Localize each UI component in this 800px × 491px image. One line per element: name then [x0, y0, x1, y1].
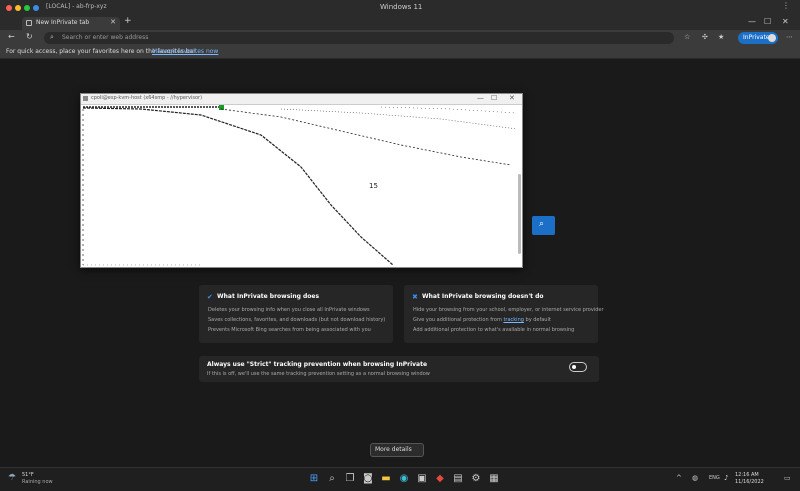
search-icon: ⌕ [50, 33, 54, 41]
settings-icon[interactable]: ⚙ [470, 473, 482, 485]
network-icon[interactable]: ◍ [692, 474, 698, 482]
check-icon: ✔ [207, 293, 213, 301]
setting-title: Always use "Strict" tracking prevention … [207, 361, 428, 368]
rain-icon: ☂ [8, 473, 17, 483]
window-app-icon [83, 96, 88, 101]
taskbar: ☂ 51°F Raining now ⊞ ⌕ ❐ ◙ ▬ ◉ ▣ ◆ ▤ ⚙ ▦… [0, 467, 800, 491]
address-bar[interactable]: ⌕ Search or enter web address [44, 32, 674, 44]
language-indicator[interactable]: ENG [709, 475, 720, 481]
zoom-dot-icon[interactable] [24, 5, 30, 11]
remote-minimize-button[interactable]: — [477, 94, 484, 102]
start-icon[interactable]: ⊞ [308, 473, 320, 485]
tracking-link[interactable]: tracking [503, 317, 523, 323]
tab-strip: New InPrivate tab ✕ + — ☐ ✕ [0, 16, 800, 30]
card-line: Add additional protection to what's avai… [413, 327, 575, 333]
office-icon[interactable]: ◆ [434, 473, 446, 485]
search-icon: ⌕ [539, 219, 545, 229]
remote-maximize-button[interactable]: ☐ [491, 94, 497, 102]
task-view-icon[interactable]: ❐ [344, 473, 356, 485]
tab-label: New InPrivate tab [36, 19, 90, 26]
card-line-text: Give you additional protection from [413, 317, 502, 323]
remote-app-icon[interactable]: ▦ [488, 473, 500, 485]
tab-close-icon[interactable]: ✕ [110, 18, 116, 26]
remote-screen-canvas[interactable] [81, 105, 522, 267]
chat-icon[interactable]: ◙ [362, 473, 374, 485]
card-line: Hide your browsing from your school, emp… [413, 307, 604, 313]
more-details-label: More details [375, 446, 412, 453]
toggle-knob [572, 365, 576, 369]
setting-subtitle: If this is off, we'll use the same track… [207, 371, 430, 377]
weather-temp: 51°F [22, 472, 34, 478]
card-line-suffix: by default [525, 317, 551, 323]
extensions-icon[interactable]: ✣ [702, 33, 708, 41]
tab-inprivate[interactable]: New InPrivate tab ✕ [22, 17, 120, 30]
close-dot-icon[interactable] [6, 5, 12, 11]
remote-canvas-label: 15 [369, 182, 378, 190]
remote-scrollbar[interactable] [518, 174, 521, 254]
strict-tracking-toggle[interactable] [569, 362, 587, 372]
remote-viewer-window[interactable]: cpoli@esp-kvm-host (x64smp - //hyperviso… [80, 93, 523, 268]
more-details-button[interactable]: More details [370, 443, 424, 457]
remote-window-title: cpoli@esp-kvm-host (x64smp - //hyperviso… [91, 95, 203, 101]
card-line: Prevents Microsoft Bing searches from be… [208, 327, 371, 333]
card-title: What InPrivate browsing does [217, 293, 320, 300]
toolbar: ← ↻ ⌕ Search or enter web address ☆ ✣ ★ … [0, 30, 800, 46]
cross-icon: ✖ [412, 293, 418, 301]
strict-tracking-setting: Always use "Strict" tracking prevention … [199, 356, 599, 382]
page-icon [26, 20, 32, 26]
mac-title-bar: [LOCAL] - ab-frp-xyz Windows 11 ⋮ [0, 0, 800, 16]
more-menu-icon[interactable]: ⋮ [782, 1, 790, 10]
notification-icon[interactable]: ▭ [784, 474, 791, 482]
card-line: Saves collections, favorites, and downlo… [208, 317, 386, 323]
store-icon[interactable]: ▣ [416, 473, 428, 485]
terminal-icon[interactable]: ▤ [452, 473, 464, 485]
window-close-button[interactable]: ✕ [782, 17, 789, 26]
back-icon[interactable]: ← [8, 32, 15, 41]
inprivate-label: InPrivate [743, 34, 770, 41]
card-line: Deletes your browsing info when you clos… [208, 307, 370, 313]
favorites-bar: For quick access, place your favorites h… [0, 46, 800, 59]
remote-close-button[interactable]: ✕ [509, 94, 515, 102]
card-title: What InPrivate browsing doesn't do [422, 293, 544, 300]
chevron-up-icon[interactable]: ^ [676, 474, 682, 482]
session-title: [LOCAL] - ab-frp-xyz [46, 3, 107, 10]
inprivate-profile-button[interactable]: InPrivate [738, 32, 778, 44]
favorite-star-icon[interactable]: ☆ [684, 33, 690, 41]
clock-date[interactable]: 11/16/2022 [735, 479, 764, 485]
favorites-icon[interactable]: ★ [718, 33, 724, 41]
search-button[interactable]: ⌕ [532, 216, 555, 235]
inprivate-does-card: ✔ What InPrivate browsing does Deletes y… [199, 285, 393, 343]
avatar [768, 34, 776, 42]
taskbar-search-icon[interactable]: ⌕ [326, 473, 338, 485]
inprivate-doesnt-card: ✖ What InPrivate browsing doesn't do Hid… [404, 285, 604, 343]
window-title: Windows 11 [380, 3, 423, 11]
new-tab-button[interactable]: + [124, 16, 132, 26]
settings-menu-icon[interactable]: ⋯ [786, 33, 793, 41]
remote-window-titlebar[interactable]: cpoli@esp-kvm-host (x64smp - //hyperviso… [81, 94, 522, 105]
weather-desc: Raining now [22, 479, 53, 485]
file-explorer-icon[interactable]: ▬ [380, 473, 392, 485]
manage-favorites-link[interactable]: Manage favorites now [152, 48, 218, 55]
refresh-icon[interactable]: ↻ [26, 32, 33, 41]
minimize-button[interactable]: — [748, 17, 756, 26]
edge-icon[interactable]: ◉ [398, 473, 410, 485]
minimize-dot-icon[interactable] [15, 5, 21, 11]
app-dot-icon [33, 5, 39, 11]
card-line: Give you additional protection from trac… [413, 317, 551, 323]
maximize-button[interactable]: ☐ [764, 17, 771, 26]
address-placeholder: Search or enter web address [62, 34, 149, 41]
volume-icon[interactable]: ♪ [724, 474, 728, 482]
clock-time[interactable]: 12:16 AM [735, 472, 759, 478]
